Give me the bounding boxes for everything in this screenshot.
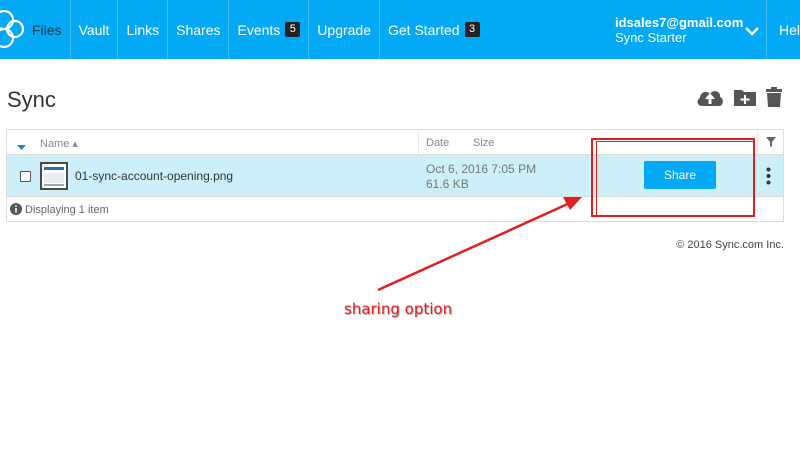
- chevron-down-icon[interactable]: [744, 24, 760, 36]
- nav-help[interactable]: Help: [766, 0, 800, 59]
- item-count: Displaying 1 item: [25, 204, 109, 216]
- page-title: Sync: [7, 87, 56, 112]
- nav-files-label: Files: [32, 21, 62, 38]
- nav-shares[interactable]: Shares: [167, 0, 228, 59]
- file-name-link[interactable]: 01-sync-account-opening.png: [75, 169, 233, 183]
- file-size: 61.6 KB: [426, 177, 469, 191]
- nav-help-label: Help: [779, 21, 800, 38]
- column-header-name[interactable]: Name ▴: [40, 137, 78, 150]
- file-date: Oct 6, 2016 7:05 PM: [426, 162, 537, 176]
- nav-upgrade-label: Upgrade: [317, 21, 371, 38]
- file-thumbnail: [40, 162, 68, 190]
- get-started-badge: 3: [464, 22, 480, 37]
- user-menu[interactable]: idsales7@gmail.com Sync Starter: [615, 0, 743, 59]
- events-badge: 5: [285, 22, 301, 37]
- nav-shares-label: Shares: [176, 21, 221, 38]
- nav-upgrade[interactable]: Upgrade: [308, 0, 379, 59]
- thumbnail-bar: [44, 167, 64, 170]
- row-checkbox[interactable]: [20, 171, 31, 182]
- column-header-date[interactable]: Date: [426, 137, 449, 149]
- nav-get-started-label: Get Started: [388, 21, 460, 38]
- nav-events-label: Events: [237, 21, 281, 38]
- user-email: idsales7@gmail.com: [615, 14, 744, 30]
- nav-files[interactable]: Files: [25, 0, 70, 59]
- nav-vault[interactable]: Vault: [69, 0, 118, 59]
- new-folder-icon[interactable]: [733, 87, 757, 112]
- thumbnail-footer: [44, 184, 64, 186]
- nav-get-started[interactable]: Get Started 3: [379, 0, 488, 59]
- column-divider: [418, 130, 419, 155]
- trash-icon[interactable]: [765, 86, 783, 113]
- column-header-size[interactable]: Size: [473, 137, 494, 149]
- nav-vault-label: Vault: [78, 21, 110, 38]
- top-nav: Files Vault Links Shares Events 5 Upgrade…: [0, 0, 800, 59]
- sync-logo-icon[interactable]: [0, 0, 25, 59]
- upload-cloud-icon[interactable]: [695, 86, 725, 113]
- annotation-label: sharing option: [344, 300, 453, 318]
- nav-events[interactable]: Events 5: [228, 0, 308, 59]
- copyright: © 2016 Sync.com Inc.: [676, 239, 784, 251]
- column-name-label: Name: [40, 138, 70, 150]
- filter-icon[interactable]: [766, 137, 776, 150]
- thumbnail-body: [44, 173, 64, 183]
- annotation-highlight-box-inner: [596, 141, 754, 216]
- column-divider: [757, 130, 758, 155]
- info-icon: [10, 203, 22, 218]
- sort-caret-icon[interactable]: [17, 141, 26, 153]
- annotation-arrow-icon: [377, 197, 582, 292]
- file-toolbar: [695, 86, 783, 113]
- nav-links-label: Links: [126, 21, 160, 38]
- nav-links[interactable]: Links: [117, 0, 167, 59]
- more-vertical-icon[interactable]: [766, 167, 771, 190]
- user-plan: Sync Starter: [615, 29, 687, 45]
